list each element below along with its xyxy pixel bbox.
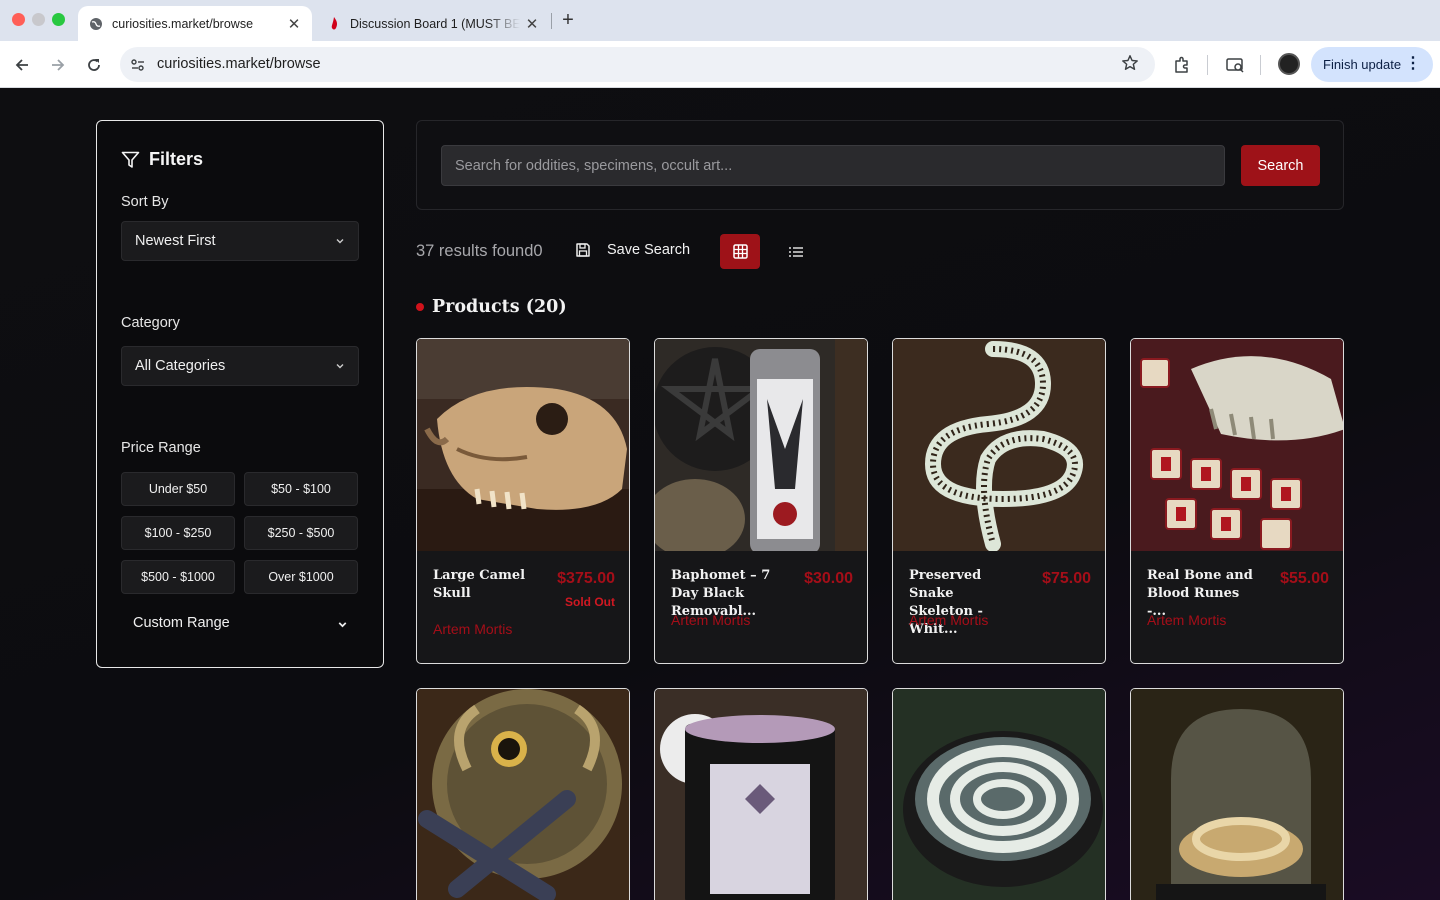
tab-divider [551, 13, 552, 29]
category-value: All Categories [135, 358, 226, 374]
address-bar[interactable]: curiosities.market/browse [120, 47, 1155, 82]
chevron-down-icon [336, 364, 344, 369]
search-input[interactable] [441, 145, 1225, 186]
product-card[interactable]: Preserved Snake Skeleton - Whit... $75.0… [892, 338, 1106, 664]
price-500-1000-button[interactable]: $500 - $1000 [121, 560, 235, 594]
product-image-coiled-snake[interactable] [893, 689, 1105, 900]
toolbar-divider [1260, 55, 1261, 75]
back-arrow-icon[interactable] [10, 53, 34, 77]
filters-heading: Filters [121, 149, 203, 170]
product-image-snake-skeleton[interactable] [893, 339, 1105, 551]
chevron-down-icon [336, 239, 344, 244]
product-price: $375.00 [557, 570, 615, 587]
browser-tab-bar: curiosities.market/browse ✕ Discussion B… [0, 0, 1440, 41]
product-image-goat-candle-holder[interactable] [417, 689, 629, 900]
bookmark-star-icon[interactable] [1121, 54, 1141, 74]
product-card[interactable]: Baphomet – 7 Day Black Removabl... $30.0… [654, 338, 868, 664]
profile-avatar[interactable] [1278, 53, 1300, 75]
grid-view-button[interactable] [720, 234, 760, 269]
tab-title: Discussion Board 1 (MUST BE [350, 16, 520, 31]
filter-funnel-icon [121, 151, 140, 168]
price-100-250-button[interactable]: $100 - $250 [121, 516, 235, 550]
finish-update-label: Finish update [1323, 57, 1402, 72]
product-card[interactable] [892, 688, 1106, 900]
product-seller-link[interactable]: Artem Mortis [1147, 612, 1226, 628]
category-select[interactable]: All Categories [121, 346, 359, 386]
product-image-camel-skull[interactable] [417, 339, 629, 551]
page-content: Filters Sort By Newest First Category Al… [0, 88, 1440, 900]
forward-arrow-icon[interactable] [46, 53, 70, 77]
search-panel: Search [416, 120, 1344, 210]
sort-by-label: Sort By [121, 194, 169, 210]
custom-range-label: Custom Range [133, 615, 230, 631]
cast-search-icon[interactable] [1223, 53, 1247, 77]
price-over-1000-button[interactable]: Over $1000 [244, 560, 358, 594]
filters-title: Filters [149, 149, 204, 169]
tab-title: curiosities.market/browse [112, 16, 254, 31]
list-icon [789, 247, 803, 257]
tab-discussion-board[interactable]: Discussion Board 1 (MUST BE ✕ [318, 6, 550, 41]
product-card[interactable]: Large Camel Skull $375.00 Sold Out Artem… [416, 338, 630, 664]
product-card[interactable] [654, 688, 868, 900]
sort-by-value: Newest First [135, 233, 216, 249]
product-seller-link[interactable]: Artem Mortis [909, 612, 988, 628]
browser-toolbar: curiosities.market/browse Finish update … [0, 41, 1440, 88]
reload-icon[interactable] [82, 53, 106, 77]
price-250-500-button[interactable]: $250 - $500 [244, 516, 358, 550]
product-image-candle-jar[interactable] [655, 689, 867, 900]
product-name[interactable]: Large Camel Skull [433, 567, 543, 603]
close-icon[interactable]: ✕ [282, 15, 306, 33]
category-label: Category [121, 315, 180, 331]
product-seller-link[interactable]: Artem Mortis [671, 612, 750, 628]
more-vert-icon[interactable]: ⋮ [1405, 56, 1421, 72]
product-price: $30.00 [804, 570, 853, 587]
product-card[interactable] [1130, 688, 1344, 900]
globe-icon [88, 16, 104, 32]
finish-update-button[interactable]: Finish update ⋮ [1311, 47, 1433, 82]
window-close-button[interactable] [12, 13, 25, 26]
sort-by-select[interactable]: Newest First [121, 221, 359, 261]
products-heading: Products (20) [416, 297, 567, 317]
search-button[interactable]: Search [1241, 145, 1320, 186]
grid-icon [732, 244, 748, 259]
price-under-50-button[interactable]: Under $50 [121, 472, 235, 506]
product-card[interactable]: Real Bone and Blood Runes -... $55.00 Ar… [1130, 338, 1344, 664]
custom-range-toggle[interactable]: Custom Range [133, 615, 349, 631]
product-price: $55.00 [1280, 570, 1329, 587]
close-icon[interactable]: ✕ [520, 15, 544, 33]
toolbar-divider [1207, 55, 1208, 75]
new-tab-plus-icon[interactable]: + [558, 8, 578, 32]
products-heading-text: Products (20) [432, 297, 567, 317]
window-maximize-button[interactable] [52, 13, 65, 26]
results-count: 37 results found0 [416, 242, 543, 260]
product-image-snake-dome[interactable] [1131, 689, 1343, 900]
product-image-baphomet-candle[interactable] [655, 339, 867, 551]
filters-panel: Filters Sort By Newest First Category Al… [96, 120, 384, 668]
product-image-bone-runes[interactable] [1131, 339, 1343, 551]
site-settings-icon[interactable] [129, 56, 147, 74]
product-seller-link[interactable]: Artem Mortis [433, 621, 512, 637]
save-search-label: Save Search [607, 242, 691, 258]
flame-icon [326, 16, 342, 32]
price-range-label: Price Range [121, 440, 201, 456]
tab-curiosities[interactable]: curiosities.market/browse ✕ [78, 6, 312, 41]
chevron-down-icon [338, 622, 347, 628]
product-price: $75.00 [1042, 570, 1091, 587]
save-search-button[interactable]: Save Search [575, 242, 690, 258]
list-view-button[interactable] [784, 240, 808, 264]
price-50-100-button[interactable]: $50 - $100 [244, 472, 358, 506]
save-floppy-icon [576, 243, 590, 257]
url-text[interactable]: curiosities.market/browse [157, 56, 321, 72]
section-dot-icon [416, 303, 424, 311]
product-card[interactable] [416, 688, 630, 900]
extensions-puzzle-icon[interactable] [1170, 53, 1194, 77]
sold-out-badge: Sold Out [565, 595, 615, 609]
window-minimize-button[interactable] [32, 13, 45, 26]
product-name[interactable]: Preserved Snake Skeleton - Whit... [909, 567, 1019, 639]
